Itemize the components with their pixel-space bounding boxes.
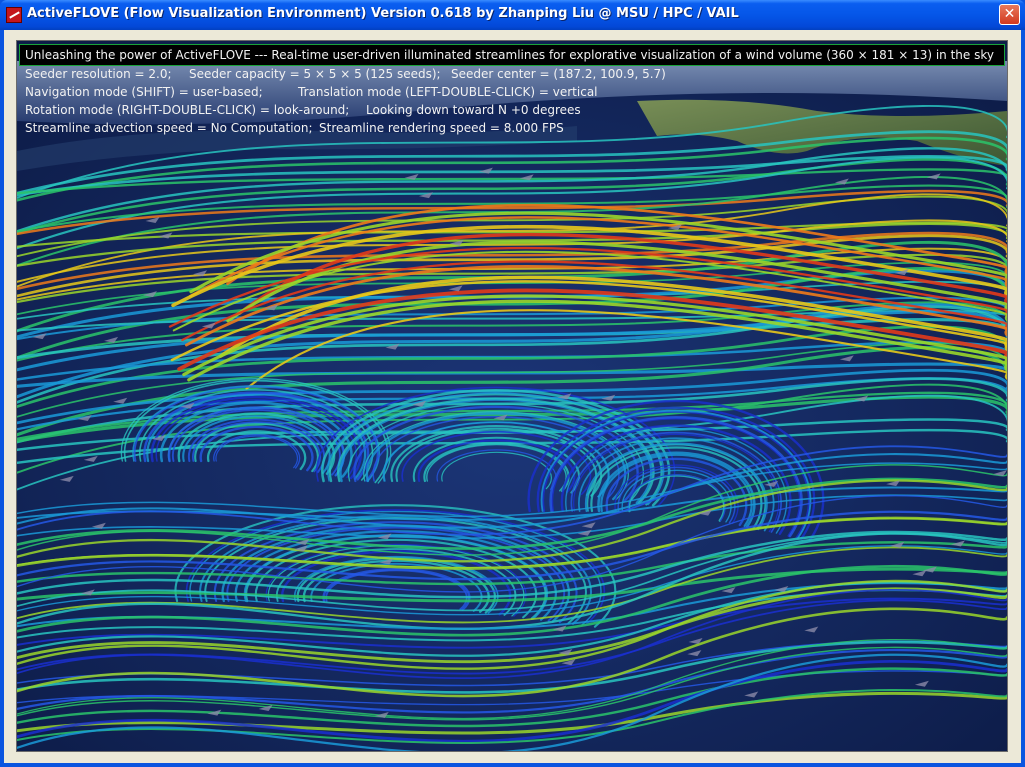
- seeder-center-text: Seeder center = (187.2, 100.9, 5.7): [451, 67, 666, 81]
- translation-mode-text: Translation mode (LEFT-DOUBLE-CLICK) = v…: [298, 85, 598, 99]
- rotation-mode-text: Rotation mode (RIGHT-DOUBLE-CLICK) = loo…: [25, 103, 350, 117]
- close-button[interactable]: ✕: [999, 4, 1020, 25]
- window-client-area: Unleashing the power of ActiveFLOVE --- …: [4, 30, 1021, 763]
- app-window: ActiveFLOVE (Flow Visualization Environm…: [0, 0, 1025, 767]
- title-bar[interactable]: ActiveFLOVE (Flow Visualization Environm…: [0, 0, 1025, 30]
- visualization-viewport[interactable]: Unleashing the power of ActiveFLOVE --- …: [16, 40, 1008, 752]
- streamline-scene[interactable]: [17, 41, 1007, 751]
- navigation-mode-text: Navigation mode (SHIFT) = user-based;: [25, 85, 263, 99]
- looking-direction-text: Looking down toward N +0 degrees: [366, 103, 581, 117]
- seeder-resolution-text: Seeder resolution = 2.0;: [25, 67, 172, 81]
- activeflove-app-icon[interactable]: [6, 7, 22, 23]
- rendering-speed-text: Streamline rendering speed = 8.000 FPS: [319, 121, 564, 135]
- seeder-capacity-text: Seeder capacity = 5 × 5 × 5 (125 seeds);: [189, 67, 441, 81]
- window-title: ActiveFLOVE (Flow Visualization Environm…: [27, 6, 739, 21]
- close-icon: ✕: [1003, 6, 1016, 22]
- advection-speed-text: Streamline advection speed = No Computat…: [25, 121, 313, 135]
- overlay-headline: Unleashing the power of ActiveFLOVE --- …: [25, 48, 994, 62]
